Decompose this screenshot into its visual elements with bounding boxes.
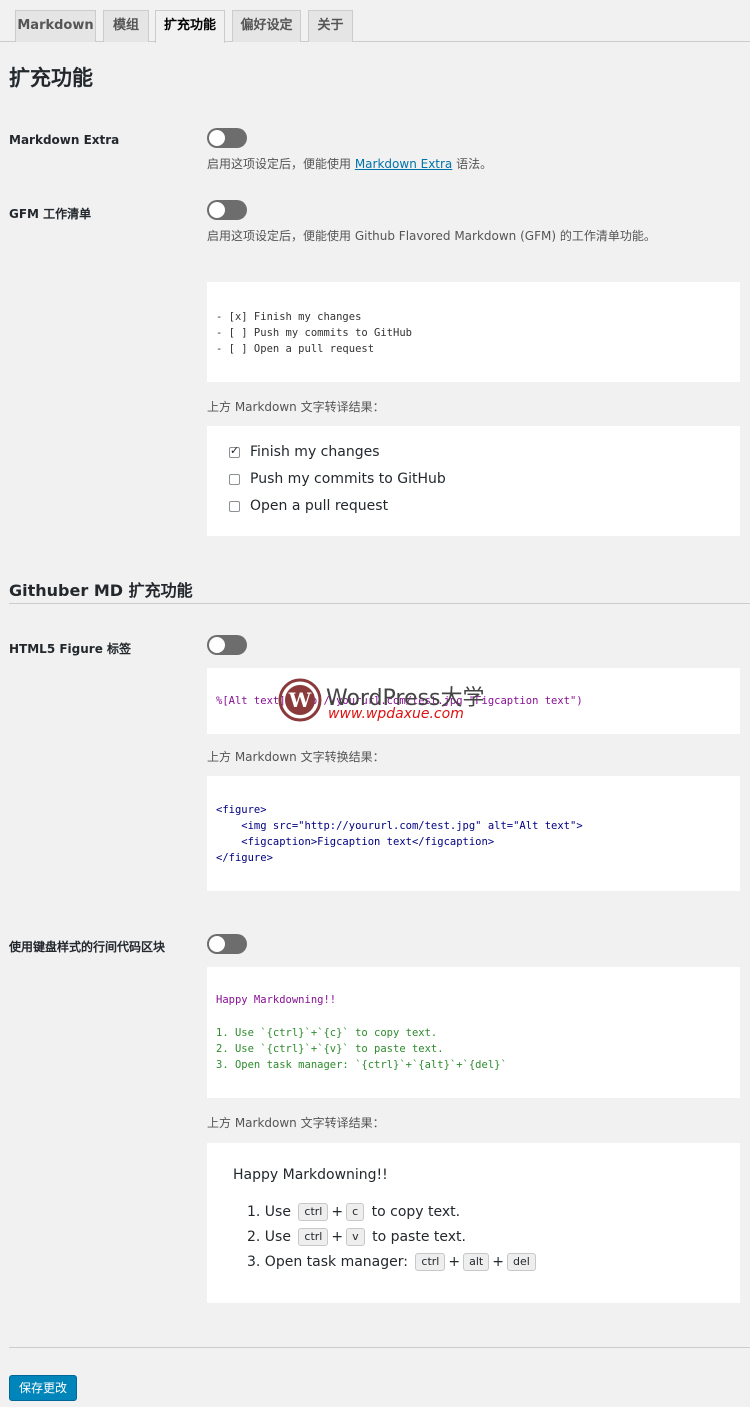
checkbox[interactable] (229, 501, 240, 512)
toggle-knob (209, 202, 225, 218)
code-line: </figure> (216, 852, 273, 864)
kbd-key: del (506, 1253, 536, 1271)
kbd-result-label: 上方 Markdown 文字转译结果： (207, 1116, 385, 1130)
tab-about[interactable]: 关于 (308, 10, 353, 42)
render-title: Happy Markdowning!! (233, 1167, 388, 1183)
kbd-key: alt (463, 1253, 490, 1271)
item-text: to copy text. (371, 1204, 461, 1220)
code-line: <img src="http://yoururl.com/test.jpg" a… (216, 820, 583, 832)
gfm-description: 启用这项设定后，便能使用 Github Flavored Markdown (G… (207, 229, 656, 243)
md-extra-toggle[interactable] (207, 128, 247, 148)
gfm-code-block: - [x] Finish my changes - [ ] Push my co… (207, 282, 740, 382)
tab-extensions[interactable]: 扩充功能 (155, 10, 225, 43)
nav-tab-wrapper: Markdown 模组 扩充功能 偏好设定 关于 (0, 10, 750, 43)
save-button[interactable]: 保存更改 (9, 1375, 78, 1401)
figure-label: HTML5 Figure 标签 (9, 642, 132, 656)
code-line: - [x] Finish my changes (216, 311, 362, 323)
kbd-key: ctrl (415, 1253, 446, 1271)
divider (9, 603, 750, 604)
kbd-key: ctrl (298, 1228, 329, 1246)
toggle-knob (209, 637, 225, 653)
kbd-key: c (346, 1203, 365, 1221)
code-line: - [ ] Open a pull request (216, 343, 375, 355)
desc-text: 启用这项设定后，便能使用 (207, 157, 355, 171)
figure-html-block: <figure> <img src="http://yoururl.com/te… (207, 776, 740, 891)
code-line: 2. Use `{ctrl}`+`{v}` to paste text. (216, 1043, 444, 1055)
kbd-toggle[interactable] (207, 934, 247, 954)
md-extra-link[interactable]: Markdown Extra (355, 157, 452, 171)
item-text: 3. Open task manager: (247, 1254, 408, 1270)
watermark-subtitle: www.wpdaxue.com (328, 706, 464, 722)
code-line: 3. Open task manager: `{ctrl}`+`{alt}`+`… (216, 1059, 507, 1071)
kbd-key: ctrl (298, 1203, 329, 1221)
svg-text:W: W (288, 688, 312, 712)
wordpress-logo-icon: W (278, 678, 322, 722)
kbd-key: v (346, 1228, 365, 1246)
kbd-label: 使用键盘样式的行间代码区块 (9, 940, 166, 954)
checkbox[interactable] (229, 474, 240, 485)
code-line: - [ ] Push my commits to GitHub (216, 327, 412, 339)
tab-preferences[interactable]: 偏好设定 (232, 10, 301, 42)
section-title: Githuber MD 扩充功能 (9, 581, 193, 600)
tab-modules[interactable]: 模组 (103, 10, 149, 42)
figure-result-label: 上方 Markdown 文字转换结果： (207, 750, 385, 764)
code-line: <figcaption>Figcaption text</figcaption> (216, 836, 495, 848)
code-line: <figure> (216, 804, 267, 816)
divider (9, 1347, 750, 1348)
task-text: Open a pull request (250, 498, 389, 514)
gfm-render-block: Finish my changes Push my commits to Git… (207, 426, 740, 536)
toggle-knob (209, 130, 225, 146)
item-text: to paste text. (372, 1229, 466, 1245)
list-item: 1. Use ctrl + c to copy text. (247, 1203, 461, 1221)
watermark: W WordPress大学 www.wpdaxue.com (278, 678, 484, 726)
gfm-label: GFM 工作清单 (9, 207, 92, 221)
code-line: 1. Use `{ctrl}`+`{c}` to copy text. (216, 1027, 438, 1039)
list-item: 2. Use ctrl + v to paste text. (247, 1228, 466, 1246)
code-line: Happy Markdowning!! (216, 994, 337, 1006)
md-extra-label: Markdown Extra (9, 133, 120, 147)
kbd-code-block: Happy Markdowning!! 1. Use `{ctrl}`+`{c}… (207, 967, 740, 1098)
gfm-result-label: 上方 Markdown 文字转译结果： (207, 400, 385, 414)
kbd-render-block: Happy Markdowning!! 1. Use ctrl + c to cop… (207, 1143, 740, 1303)
task-text: Finish my changes (250, 444, 380, 460)
item-text: 1. Use (247, 1204, 291, 1220)
checkbox-checked[interactable] (229, 444, 240, 458)
task-text: Push my commits to GitHub (250, 471, 446, 487)
md-extra-description: 启用这项设定后，便能使用 Markdown Extra 语法。 (207, 155, 492, 172)
desc-text: 语法。 (452, 157, 493, 171)
list-item: 3. Open task manager: ctrl + alt + del (247, 1253, 539, 1271)
gfm-toggle[interactable] (207, 200, 247, 220)
figure-toggle[interactable] (207, 635, 247, 655)
tab-markdown[interactable]: Markdown (15, 10, 96, 42)
toggle-knob (209, 936, 225, 952)
item-text: 2. Use (247, 1229, 291, 1245)
page-title: 扩充功能 (9, 66, 93, 90)
